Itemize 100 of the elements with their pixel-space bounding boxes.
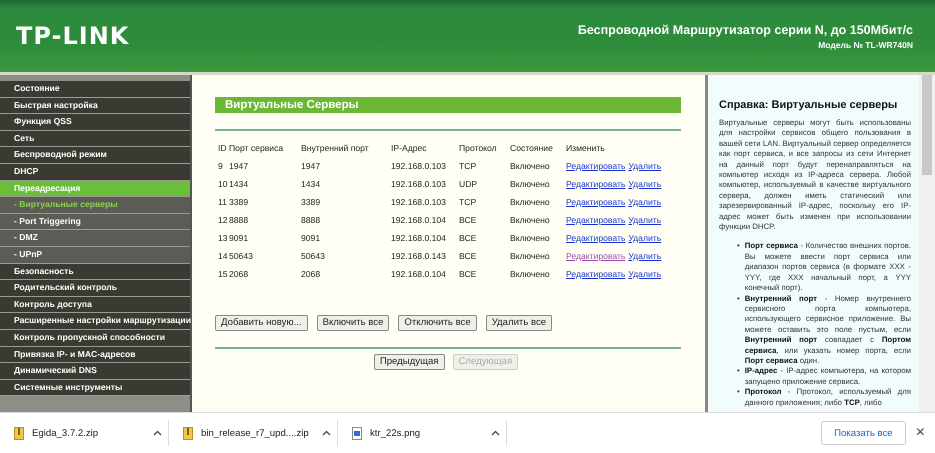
column-header: ID [217, 142, 228, 155]
show-all-button[interactable]: Показать все [821, 421, 906, 445]
table-cell-text: 192.168.0.104 [391, 232, 447, 245]
table-cell-text: Включено [510, 250, 551, 263]
table-cell-text: ВСЕ [459, 268, 478, 281]
table-cell-text: 192.168.0.103 [391, 196, 447, 209]
table-cell-text: 192.168.0.103 [391, 160, 447, 173]
product-title: Беспроводной Маршрутизатор серии N, до 150Мбит/с [578, 22, 913, 36]
edit-link[interactable]: Редактировать [566, 211, 626, 229]
table-cell-text: 10 [217, 178, 229, 191]
caret-icon[interactable] [322, 430, 331, 436]
table-cell-text: 14 [217, 250, 229, 263]
table-cell-text: 192.168.0.103 [391, 178, 447, 191]
close-button[interactable]: × [914, 424, 927, 442]
column-header: Порт сервиса [229, 142, 284, 155]
sidebar-item[interactable]: Сеть [0, 130, 190, 148]
table-cell-text: 1947 [301, 160, 322, 173]
table-cell-text: 9091 [229, 232, 250, 245]
sidebar-item[interactable]: Привязка IP- и MAC-адресов [0, 346, 190, 364]
download-item[interactable]: ktr_22s.png [346, 420, 507, 446]
table-cell-text: 2068 [301, 268, 322, 281]
sidebar-item[interactable]: Системные инструменты [0, 380, 190, 396]
column-header: Состояние [510, 142, 554, 155]
pager-button[interactable]: Предыдущая [374, 354, 444, 370]
zip-file-icon [14, 426, 24, 440]
delete-link[interactable]: Удалить [628, 157, 662, 175]
delete-link[interactable]: Удалить [628, 247, 662, 265]
delete-link[interactable]: Удалить [628, 211, 662, 229]
zip-file-icon [183, 426, 193, 440]
image-file-icon [352, 426, 362, 440]
sidebar-item[interactable]: - Port Triggering [0, 214, 190, 230]
table-cell-text: 3389 [229, 196, 250, 209]
logo: TP-LINK [16, 22, 130, 50]
table-cell-text: UDP [459, 178, 478, 191]
table-cell-text: 12 [217, 214, 229, 227]
edit-link[interactable]: Редактировать [566, 157, 626, 175]
action-button[interactable]: Отключить все [398, 315, 477, 331]
edit-link[interactable]: Редактировать [566, 175, 626, 193]
table-cell-text: 9091 [301, 232, 322, 245]
table-cell-text: 8888 [301, 214, 322, 227]
table-cell-text: 192.168.0.143 [391, 250, 447, 263]
file-name: ktr_22s.png [370, 428, 422, 438]
table-cell-text: 15 [217, 268, 229, 281]
caret-icon[interactable] [491, 430, 500, 436]
delete-link[interactable]: Удалить [628, 175, 662, 193]
help-title: Справка: Виртуальные серверы [719, 99, 898, 111]
table-cell-text: 50643 [229, 250, 254, 263]
sidebar-item[interactable]: Беспроводной режим [0, 147, 190, 164]
action-button[interactable]: Включить все [316, 315, 390, 331]
table-cell-text: ВСЕ [459, 214, 478, 227]
table-cell-text: 1434 [301, 178, 322, 191]
table-cell-text: 3389 [301, 196, 322, 209]
column-header: Изменить [566, 142, 606, 155]
sidebar-item[interactable]: - UPnP [0, 246, 190, 264]
table-cell-text: 1434 [229, 178, 250, 191]
caret-icon[interactable] [153, 430, 162, 436]
table-cell-text: ВСЕ [459, 250, 478, 263]
table-cell-text: Включено [510, 214, 551, 227]
sidebar-item[interactable]: Контроль доступа [0, 296, 190, 314]
sidebar-item[interactable]: Безопасность [0, 264, 190, 280]
sidebar-item[interactable]: Быстрая настройка [0, 98, 190, 114]
scrollbar[interactable] [919, 75, 935, 412]
download-item[interactable]: Egida_3.7.2.zip [8, 420, 169, 446]
table-cell-text: 50643 [301, 250, 326, 263]
table-cell-text: 8888 [229, 214, 250, 227]
sidebar-item[interactable]: Контроль пропускной способности [0, 330, 190, 346]
table-cell-text: Включено [510, 268, 551, 281]
scrollbar-thumb[interactable] [922, 75, 932, 175]
edit-link[interactable]: Редактировать [566, 265, 626, 283]
delete-link[interactable]: Удалить [628, 193, 662, 211]
sidebar-item[interactable]: Состояние [0, 81, 190, 98]
edit-link[interactable]: Редактировать [566, 247, 626, 265]
edit-link[interactable]: Редактировать [566, 229, 626, 247]
table-cell-text: 9 [217, 160, 224, 173]
column-header: IP-Адрес [391, 142, 428, 155]
model-number: Модель № TL-WR740N [818, 40, 913, 50]
download-item[interactable]: bin_release_r7_upd....zip [177, 420, 338, 446]
sidebar-item[interactable]: - DMZ [0, 230, 190, 247]
delete-link[interactable]: Удалить [628, 229, 662, 247]
table-cell-text: Включено [510, 232, 551, 245]
table-cell-text: 1947 [229, 160, 250, 173]
sidebar-item[interactable]: Расширенные настройки маршрутизации [0, 313, 190, 330]
table-cell-text: Включено [510, 178, 551, 191]
file-name: Egida_3.7.2.zip [32, 428, 100, 438]
delete-link[interactable]: Удалить [628, 265, 662, 283]
table-cell-text: Включено [510, 196, 551, 209]
sidebar-item[interactable]: Родительский контроль [0, 280, 190, 297]
action-button[interactable]: Удалить все [486, 315, 552, 331]
sidebar-item[interactable]: DHCP [0, 164, 190, 181]
table-cell-text: ВСЕ [459, 232, 478, 245]
table-cell-text: 13 [217, 232, 229, 245]
sidebar-item[interactable]: - Виртуальные серверы [0, 197, 190, 214]
file-name: bin_release_r7_upd....zip [201, 428, 310, 438]
action-button[interactable]: Добавить новую... [215, 315, 308, 331]
sidebar-item[interactable]: Функция QSS [0, 114, 190, 131]
table-cell-text: 192.168.0.104 [391, 214, 447, 227]
table-cell-text: TCP [459, 196, 478, 209]
sidebar-item[interactable]: Динамический DNS [0, 363, 190, 380]
edit-link[interactable]: Редактировать [566, 193, 626, 211]
section-title: Виртуальные Серверы [215, 97, 681, 113]
